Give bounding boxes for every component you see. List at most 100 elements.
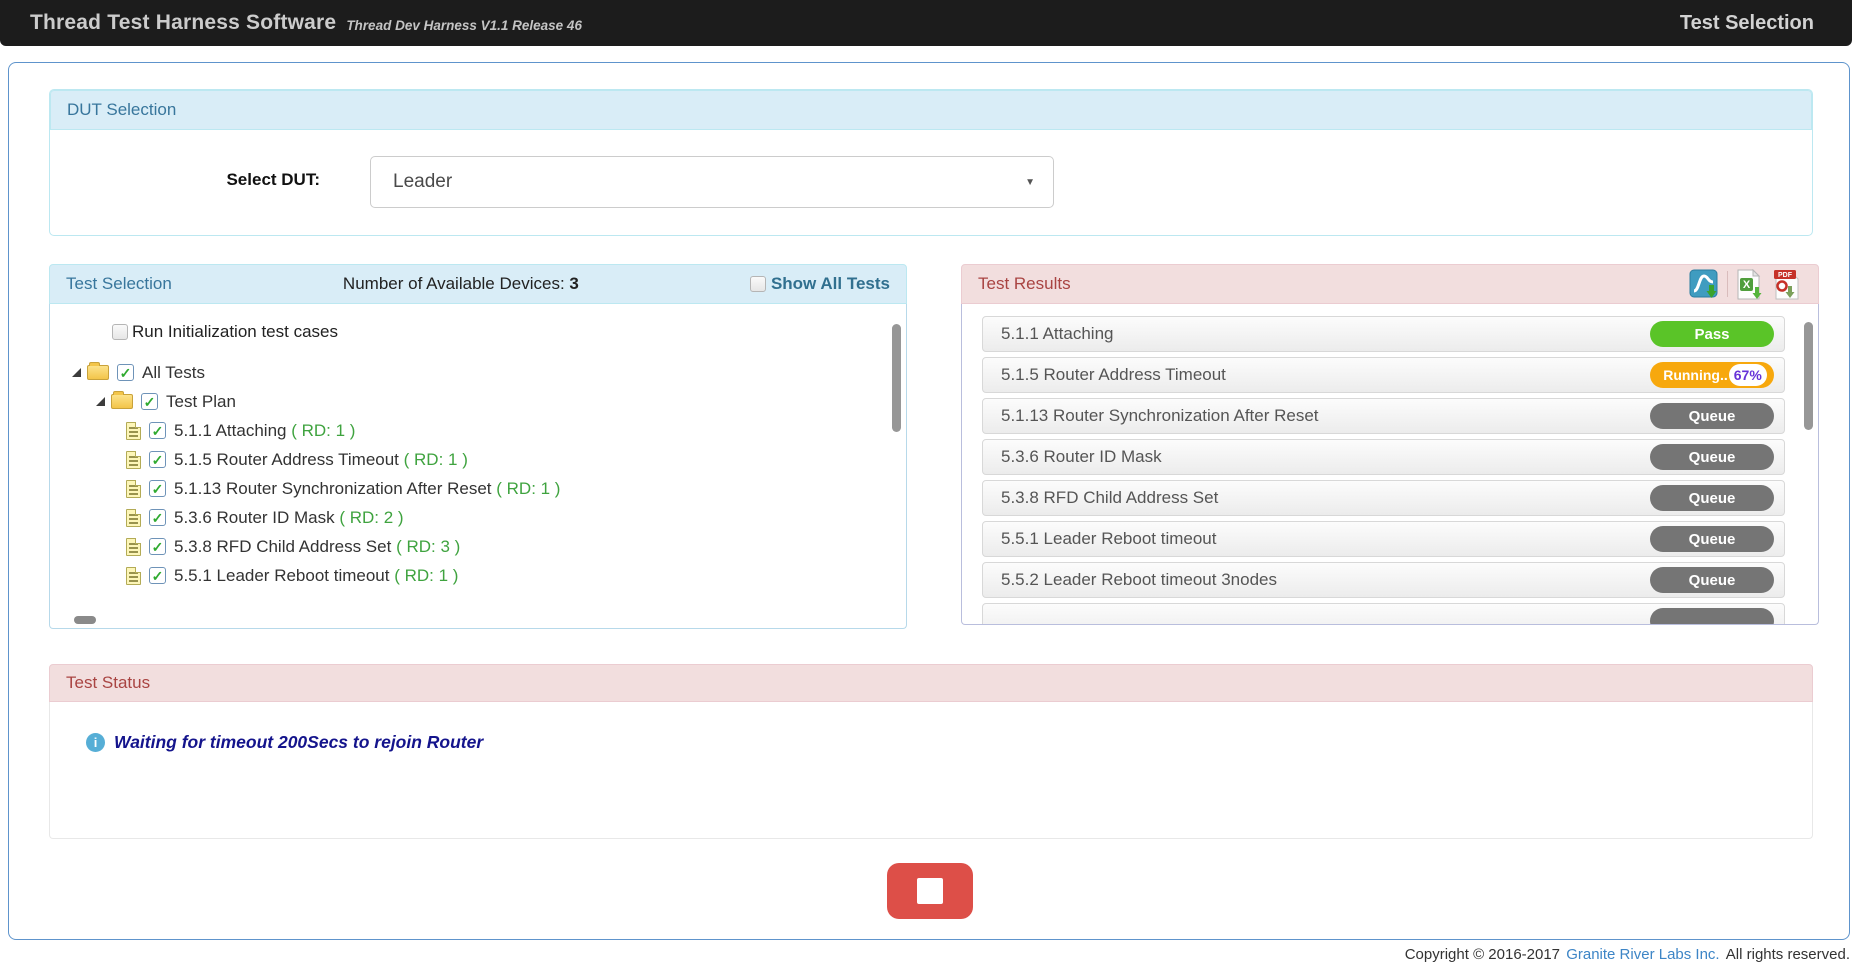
- result-row[interactable]: 5.3.6 Router ID Mask Queue: [982, 439, 1785, 475]
- result-row[interactable]: 5.1.1 Attaching Pass: [982, 316, 1785, 352]
- rd-count: ( RD: 2 ): [339, 508, 403, 527]
- show-all-tests-checkbox[interactable]: [750, 276, 766, 292]
- dut-panel-body: Select DUT: Leader: [50, 130, 1812, 236]
- result-row[interactable]: 5.5.2 Leader Reboot timeout 3nodes Queue: [982, 562, 1785, 598]
- folder-icon: [87, 365, 109, 380]
- show-all-tests-label: Show All Tests: [771, 274, 890, 294]
- toolbar-separator: [1727, 271, 1728, 297]
- tree-item-test-case[interactable]: 5.1.13 Router Synchronization After Rese…: [50, 474, 906, 503]
- expander-open-icon[interactable]: [72, 368, 81, 377]
- test-selection-panel: Test Selection Number of Available Devic…: [49, 264, 907, 629]
- test-case-label: 5.3.6 Router ID Mask ( RD: 2 ): [174, 508, 404, 528]
- show-all-tests-toggle[interactable]: Show All Tests: [750, 274, 890, 294]
- test-selection-title: Test Selection: [66, 274, 172, 294]
- horizontal-scrollbar-thumb[interactable]: [74, 616, 96, 624]
- tree-node-label: Test Plan: [166, 392, 236, 412]
- checkbox-checked-icon[interactable]: [149, 480, 166, 497]
- status-badge-pass: Pass: [1650, 321, 1774, 347]
- result-row-partial[interactable]: [982, 603, 1785, 625]
- rd-count: ( RD: 1 ): [394, 566, 458, 585]
- test-selection-header: Test Selection Number of Available Devic…: [49, 264, 907, 304]
- main-container: DUT Selection Select DUT: Leader Test Se…: [8, 62, 1850, 940]
- available-devices: Number of Available Devices: 3: [343, 274, 579, 294]
- dut-select-dropdown[interactable]: Leader: [370, 156, 1054, 208]
- run-init-row[interactable]: Run Initialization test cases: [50, 304, 906, 342]
- test-status-panel: Test Status Waiting for timeout 200Secs …: [49, 664, 1813, 839]
- test-results-title: Test Results: [978, 274, 1071, 294]
- result-row[interactable]: 5.1.13 Router Synchronization After Rese…: [982, 398, 1785, 434]
- folder-icon: [111, 394, 133, 409]
- export-toolbar: X PDF: [1689, 269, 1802, 300]
- tree-item-test-case[interactable]: 5.1.5 Router Address Timeout ( RD: 1 ): [50, 445, 906, 474]
- status-badge-queue: Queue: [1650, 444, 1774, 470]
- info-icon: [86, 733, 105, 752]
- test-status-header: Test Status: [49, 664, 1813, 702]
- dut-panel-header: DUT Selection: [50, 90, 1812, 130]
- footer-copyright: Copyright © 2016-2017 Granite River Labs…: [1403, 946, 1852, 963]
- run-init-checkbox[interactable]: [112, 324, 128, 340]
- stop-icon: [917, 878, 943, 904]
- status-badge-queue: [1650, 608, 1774, 625]
- rd-count: ( RD: 1 ): [404, 450, 468, 469]
- checkbox-checked-icon[interactable]: [149, 509, 166, 526]
- expander-open-icon[interactable]: [96, 397, 105, 406]
- dut-selection-panel: DUT Selection Select DUT: Leader: [49, 89, 1813, 236]
- graph-export-icon[interactable]: [1689, 269, 1720, 300]
- checkbox-checked-icon[interactable]: [117, 364, 134, 381]
- document-icon: [126, 509, 141, 527]
- rd-count: ( RD: 1 ): [291, 421, 355, 440]
- rd-count: ( RD: 1 ): [496, 479, 560, 498]
- app-header: Thread Test Harness Software Thread Dev …: [0, 0, 1852, 46]
- test-status-title: Test Status: [66, 673, 150, 693]
- document-icon: [126, 451, 141, 469]
- tree-item-test-case[interactable]: 5.1.1 Attaching ( RD: 1 ): [50, 416, 906, 445]
- test-results-header: Test Results X: [961, 264, 1819, 304]
- result-row[interactable]: 5.5.1 Leader Reboot timeout Queue: [982, 521, 1785, 557]
- page-title: Test Selection: [1680, 12, 1814, 35]
- document-icon: [126, 480, 141, 498]
- status-badge-running: Running.. 67%: [1650, 362, 1774, 388]
- test-case-label: 5.1.1 Attaching ( RD: 1 ): [174, 421, 355, 441]
- dut-selected-value: Leader: [393, 171, 452, 193]
- test-case-label: 5.3.8 RFD Child Address Set ( RD: 3 ): [174, 537, 460, 557]
- stop-button[interactable]: [887, 863, 973, 919]
- checkbox-checked-icon[interactable]: [149, 538, 166, 555]
- test-case-label: 5.5.1 Leader Reboot timeout ( RD: 1 ): [174, 566, 458, 586]
- test-results-body: 5.1.1 Attaching Pass 5.1.5 Router Addres…: [961, 304, 1819, 625]
- status-message: Waiting for timeout 200Secs to rejoin Ro…: [114, 732, 483, 753]
- pdf-export-icon[interactable]: PDF: [1772, 269, 1802, 300]
- checkbox-checked-icon[interactable]: [149, 567, 166, 584]
- checkbox-checked-icon[interactable]: [149, 422, 166, 439]
- results-list: 5.1.1 Attaching Pass 5.1.5 Router Addres…: [982, 316, 1785, 625]
- test-case-label: 5.1.13 Router Synchronization After Rese…: [174, 479, 560, 499]
- document-icon: [126, 422, 141, 440]
- app-title: Thread Test Harness Software: [30, 11, 336, 35]
- checkbox-checked-icon[interactable]: [149, 451, 166, 468]
- result-row[interactable]: 5.3.8 RFD Child Address Set Queue: [982, 480, 1785, 516]
- tree-item-test-case[interactable]: 5.3.6 Router ID Mask ( RD: 2 ): [50, 503, 906, 532]
- tree-item-test-case[interactable]: 5.5.1 Leader Reboot timeout ( RD: 1 ): [50, 561, 906, 590]
- tree-node-all-tests[interactable]: All Tests: [50, 358, 906, 387]
- tree-node-label: All Tests: [142, 363, 205, 383]
- run-init-label: Run Initialization test cases: [132, 322, 338, 342]
- company-link[interactable]: Granite River Labs Inc.: [1566, 946, 1719, 963]
- svg-text:X: X: [1743, 279, 1751, 291]
- test-results-panel: Test Results X: [961, 264, 1819, 625]
- status-badge-queue: Queue: [1650, 567, 1774, 593]
- checkbox-checked-icon[interactable]: [141, 393, 158, 410]
- app-subtitle: Thread Dev Harness V1.1 Release 46: [346, 18, 582, 33]
- vertical-scrollbar-thumb[interactable]: [892, 324, 901, 432]
- vertical-scrollbar-thumb[interactable]: [1804, 322, 1813, 430]
- excel-export-icon[interactable]: X: [1735, 269, 1765, 300]
- status-badge-queue: Queue: [1650, 403, 1774, 429]
- select-dut-label: Select DUT:: [60, 170, 320, 190]
- tree-node-test-plan[interactable]: Test Plan: [50, 387, 906, 416]
- status-badge-queue: Queue: [1650, 485, 1774, 511]
- result-row[interactable]: 5.1.5 Router Address Timeout Running.. 6…: [982, 357, 1785, 393]
- status-badge-queue: Queue: [1650, 526, 1774, 552]
- document-icon: [126, 567, 141, 585]
- test-status-body: Waiting for timeout 200Secs to rejoin Ro…: [49, 702, 1813, 839]
- test-case-label: 5.1.5 Router Address Timeout ( RD: 1 ): [174, 450, 468, 470]
- tree-item-test-case[interactable]: 5.3.8 RFD Child Address Set ( RD: 3 ): [50, 532, 906, 561]
- svg-text:PDF: PDF: [1778, 272, 1793, 279]
